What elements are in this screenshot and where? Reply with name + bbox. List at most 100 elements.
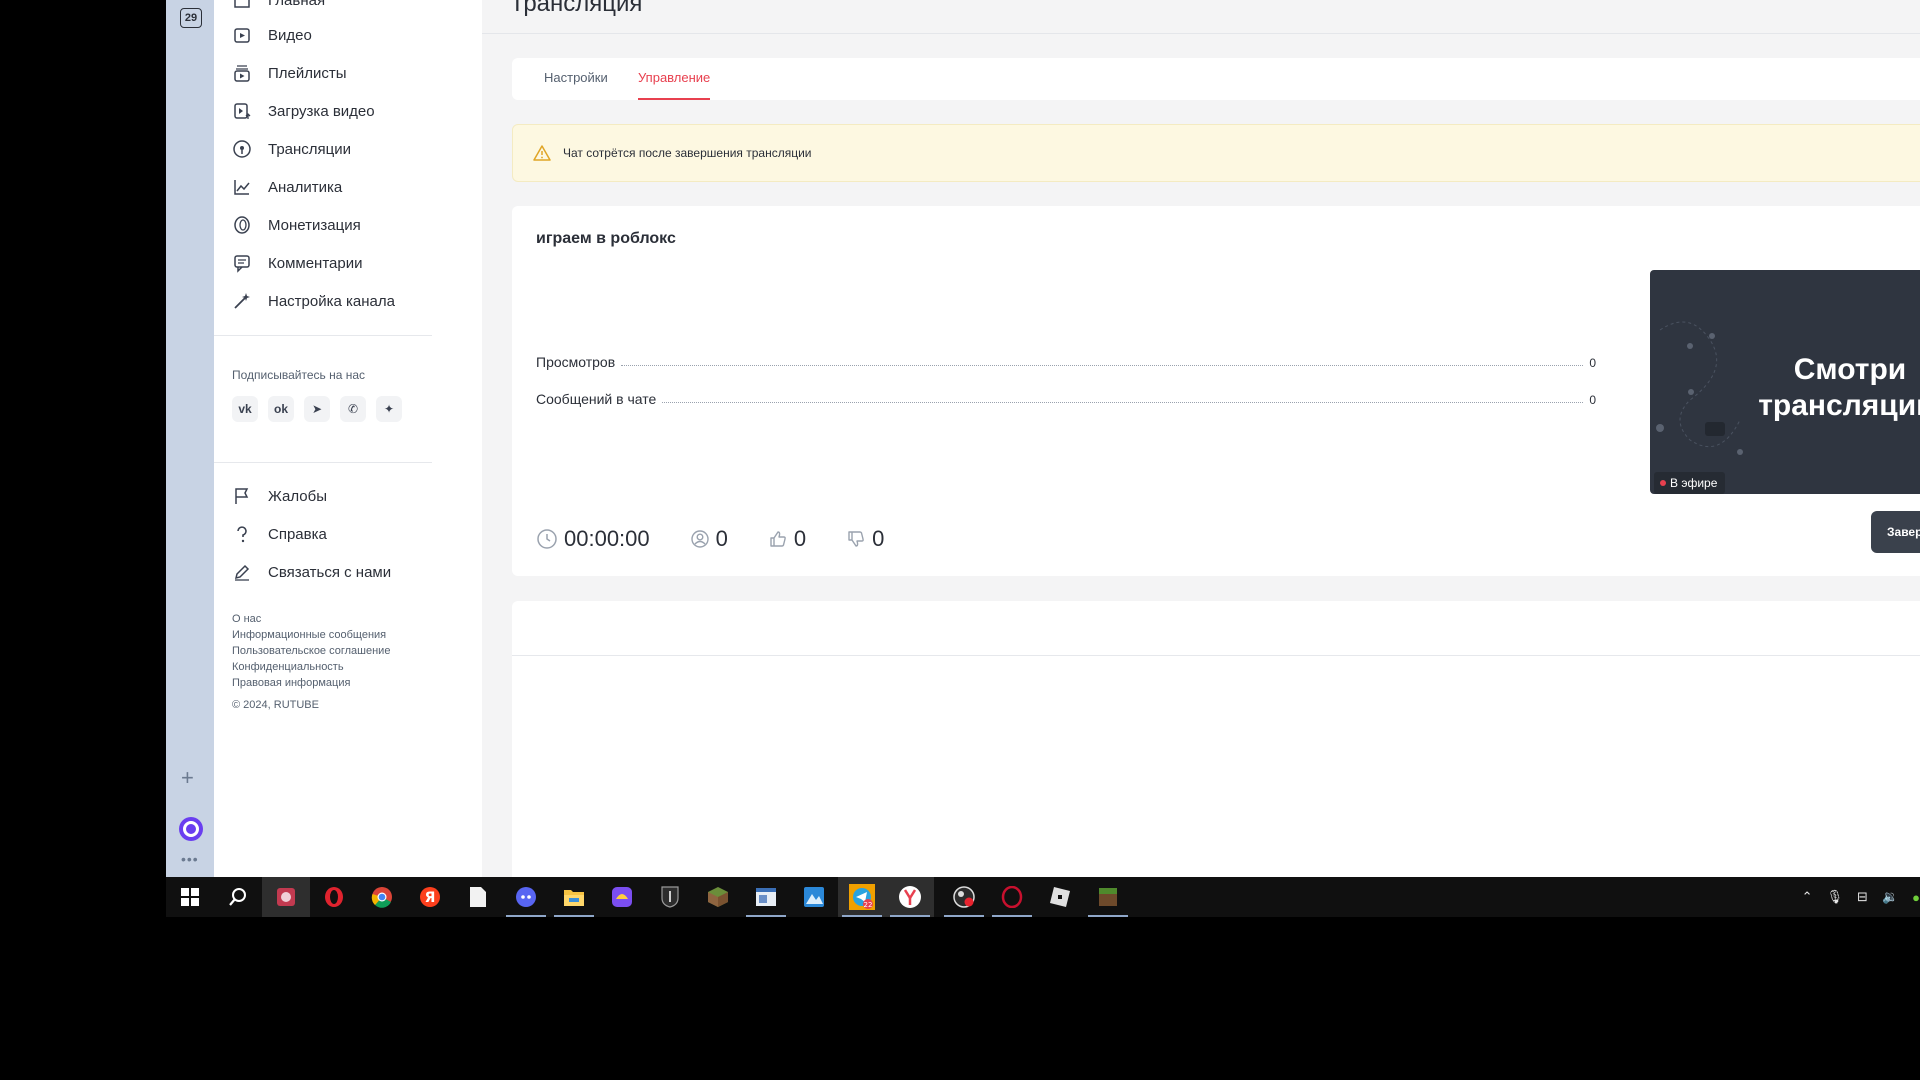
sidebar-item-analytics[interactable]: Аналитика <box>232 172 342 202</box>
start-icon[interactable] <box>166 877 214 917</box>
minecraft-launcher-icon[interactable] <box>1084 877 1132 917</box>
stream-counters: 00:00:00 0 0 0 <box>536 524 924 554</box>
chat-warning-banner: Чат сотрётся после завершения трансляции <box>512 124 1920 182</box>
alice-assistant-icon[interactable] <box>179 817 203 841</box>
sidebar-item-help[interactable]: Справка <box>232 519 327 549</box>
zen-icon[interactable]: ✦ <box>376 396 402 422</box>
playlist-icon <box>234 65 250 82</box>
yandex-browser-icon[interactable] <box>886 877 934 917</box>
obs-icon[interactable] <box>940 877 988 917</box>
chat-panel <box>512 601 1920 877</box>
sidebar-item-label: Комментарии <box>268 254 363 272</box>
sidebar-item-video[interactable]: Видео <box>232 20 312 50</box>
timer-value: 00:00:00 <box>564 526 650 551</box>
sidebar-item-label: Связаться с нами <box>268 563 392 581</box>
dislikes-value: 0 <box>872 526 885 551</box>
odnoklassniki-icon[interactable]: ok <box>268 396 294 422</box>
flag-icon <box>235 488 249 504</box>
sidebar-item-broadcasts[interactable]: Трансляции <box>232 134 351 164</box>
sidebar-item-playlists[interactable]: Плейлисты <box>232 58 347 88</box>
footer-link-legal[interactable]: Правовая информация <box>232 675 390 691</box>
sidebar-item-label: Плейлисты <box>268 64 347 82</box>
tab-settings[interactable]: Настройки <box>544 70 608 85</box>
timer-counter: 00:00:00 <box>536 526 650 552</box>
more-icon[interactable]: ••• <box>181 851 199 867</box>
pinned-app-icon[interactable] <box>262 877 310 917</box>
stat-label: Сообщений в чате <box>536 391 657 407</box>
preview-text: Смотри трансляцию <box>1758 353 1920 422</box>
footer-link-about[interactable]: О нас <box>232 611 390 627</box>
sidebar-item-contact[interactable]: Связаться с нами <box>232 557 391 587</box>
chat-messages-stat: Сообщений в чате 0 <box>536 389 1596 407</box>
sidebar-item-upload-video[interactable]: Загрузка видео <box>232 96 375 126</box>
thumbs-down-icon <box>848 531 864 547</box>
monetization-icon <box>234 216 250 234</box>
sidebar-item-comments[interactable]: Комментарии <box>232 248 362 278</box>
system-tray: ⌃ 🎙 ⊟ 🔉 ● <box>1788 877 1920 917</box>
views-stat: Просмотров 0 <box>536 352 1596 370</box>
stat-value: 0 <box>1589 393 1596 407</box>
telegram-icon[interactable]: 22 <box>838 877 886 917</box>
stream-preview[interactable]: Смотри трансляцию В эфире <box>1650 270 1920 494</box>
clock-icon <box>537 529 557 549</box>
sidebar-item-label: Настройка канала <box>268 292 395 310</box>
chrome-icon[interactable] <box>358 877 406 917</box>
network-icon[interactable]: ⊟ <box>1857 889 1868 905</box>
viewers-counter: 0 <box>690 526 728 552</box>
likes-value: 0 <box>793 526 807 551</box>
end-stream-button[interactable]: Завершить <box>1871 511 1920 553</box>
tray-app-icon[interactable]: ● <box>1912 890 1920 905</box>
screen: 29 + ••• Главная Видео Плейлисты Загрузк… <box>166 0 1920 917</box>
sidebar-item-channel-settings[interactable]: Настройка канала <box>232 286 395 316</box>
tray-overflow-icon[interactable]: ⌃ <box>1802 889 1813 905</box>
window-app-icon[interactable] <box>742 877 790 917</box>
footer-links: О нас Информационные сообщения Пользоват… <box>232 611 390 691</box>
calendar-badge[interactable]: 29 <box>180 8 202 28</box>
file-explorer-icon[interactable] <box>550 877 598 917</box>
footer-link-user-agreement[interactable]: Пользовательское соглашение <box>232 643 390 659</box>
world-of-tanks-icon[interactable] <box>646 877 694 917</box>
sidebar-item-monetization[interactable]: Монетизация <box>232 210 361 240</box>
search-icon[interactable] <box>214 877 262 917</box>
sidebar-item-home[interactable]: Главная <box>232 0 325 15</box>
contact-icon <box>234 564 250 581</box>
discord-icon[interactable] <box>502 877 550 917</box>
video-icon <box>234 28 250 43</box>
opera-icon[interactable] <box>310 877 358 917</box>
main-content: Трансляция Настройки Управление Чат сотр… <box>482 0 1920 877</box>
svg-text:Я: Я <box>425 890 436 906</box>
dotted-leader <box>662 402 1584 403</box>
telegram-icon[interactable]: ➤ <box>304 396 330 422</box>
add-icon[interactable]: + <box>181 767 194 789</box>
footer-link-info-messages[interactable]: Информационные сообщения <box>232 627 390 643</box>
viber-icon[interactable]: ✆ <box>340 396 366 422</box>
photos-icon[interactable] <box>790 877 838 917</box>
stream-card: играем в роблокс Просмотров 0 Сообщений … <box>512 206 1920 576</box>
comments-icon <box>234 255 250 273</box>
minecraft-icon[interactable] <box>694 877 742 917</box>
warning-text: Чат сотрётся после завершения трансляции <box>563 146 812 160</box>
opera-gx-icon[interactable] <box>988 877 1036 917</box>
telegram-badge: 22 <box>864 901 873 909</box>
sidebar-item-label: Монетизация <box>268 216 361 234</box>
tab-management[interactable]: Управление <box>638 70 710 85</box>
yandex-icon[interactable]: Я <box>406 877 454 917</box>
vk-icon[interactable]: vk <box>232 396 258 422</box>
sidebar-item-complaints[interactable]: Жалобы <box>232 481 327 511</box>
home-icon <box>234 0 250 8</box>
volume-icon[interactable]: 🔉 <box>1882 889 1898 905</box>
microphone-icon[interactable]: 🎙 <box>1827 889 1844 905</box>
roblox-icon[interactable] <box>1036 877 1084 917</box>
active-tab-indicator <box>638 98 710 100</box>
notepad-icon[interactable] <box>454 877 502 917</box>
footer-link-privacy[interactable]: Конфиденциальность <box>232 659 390 675</box>
sidebar-item-label: Видео <box>268 26 312 44</box>
game-app-icon[interactable] <box>598 877 646 917</box>
sidebar-item-label: Загрузка видео <box>268 102 375 120</box>
title-divider <box>482 33 1920 34</box>
stat-label: Просмотров <box>536 354 616 370</box>
live-badge: В эфире <box>1654 472 1726 494</box>
viewer-icon <box>690 530 709 548</box>
stream-title: играем в роблокс <box>536 230 676 247</box>
channel-settings-icon <box>234 293 250 309</box>
